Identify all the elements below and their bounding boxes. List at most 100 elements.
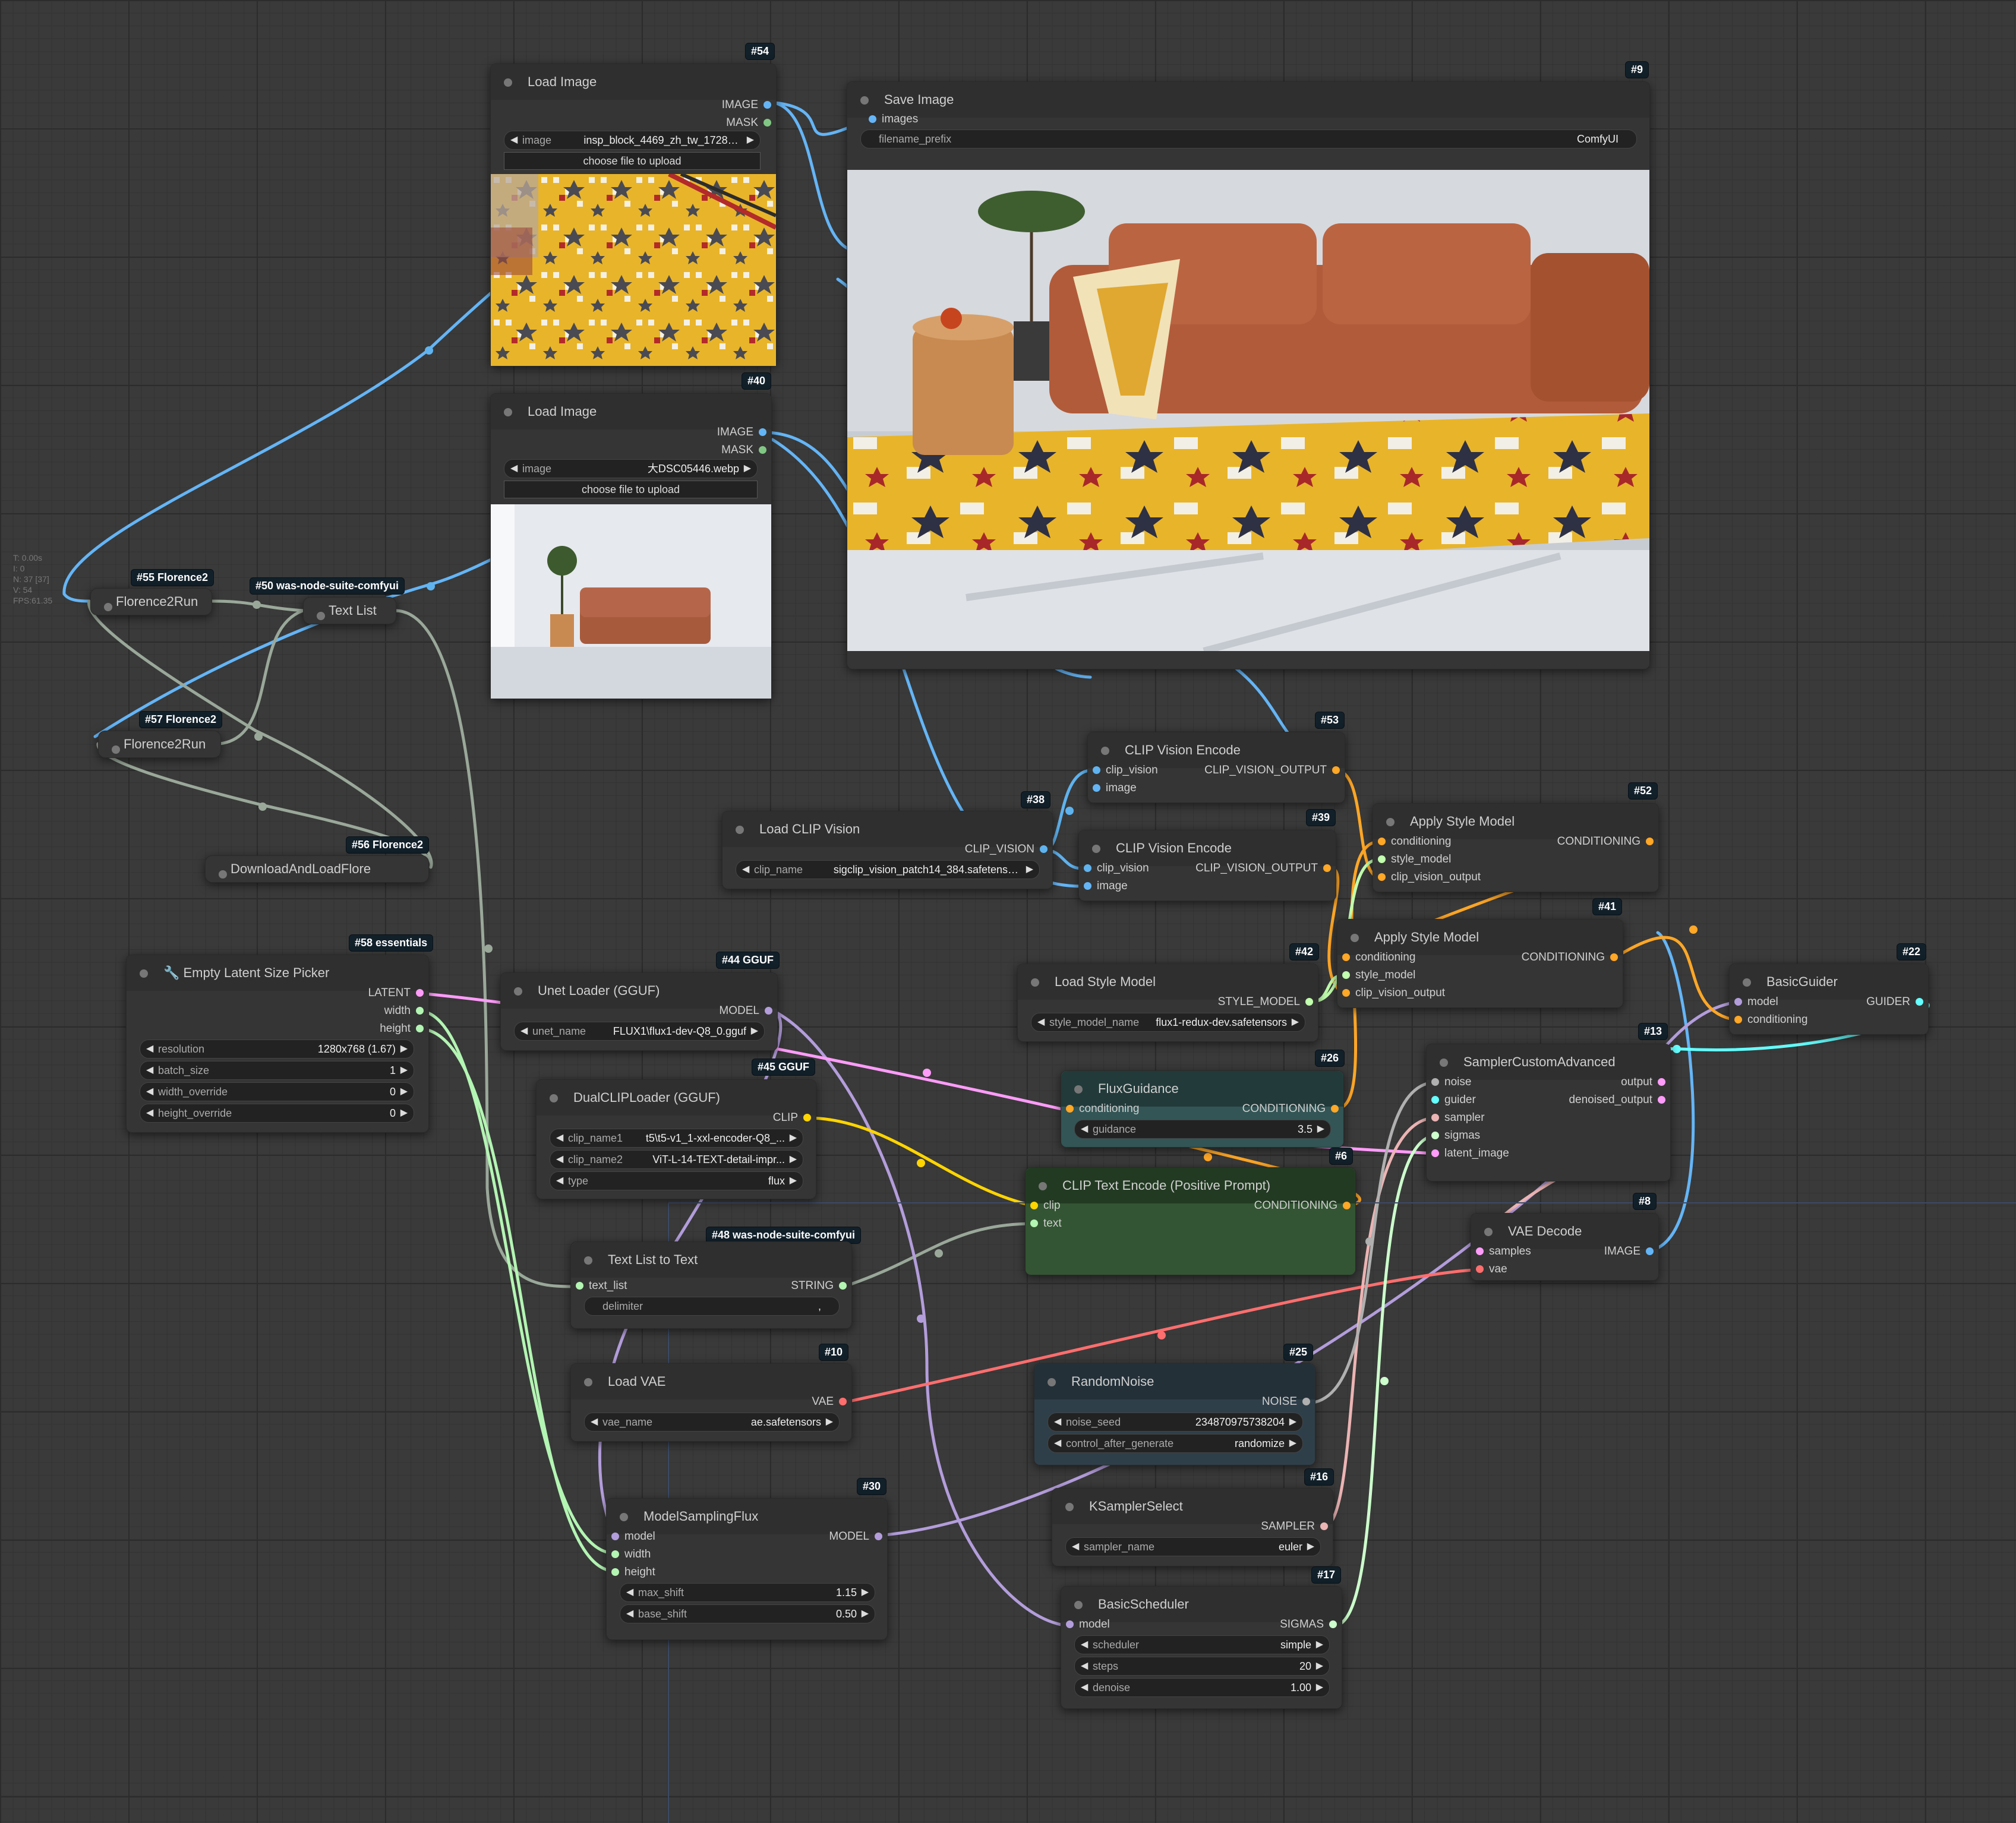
port-dot[interactable] (1329, 1620, 1337, 1628)
widget-guidance[interactable]: ◀ guidance 3.5 ▶ (1074, 1120, 1331, 1139)
input-text-list[interactable]: text_list (576, 1279, 627, 1293)
node-random-noise-25[interactable]: RandomNoise NOISE ◀ noise_seed 234870975… (1034, 1363, 1315, 1465)
node-title[interactable]: Unet Loader (GGUF) (501, 973, 777, 1009)
input-sigmas[interactable]: sigmas (1431, 1129, 1480, 1142)
port-dot[interactable] (1320, 1522, 1328, 1530)
port-dot[interactable] (764, 119, 771, 127)
arrow-left-icon[interactable]: ◀ (626, 1605, 633, 1623)
arrow-right-icon[interactable]: ▶ (747, 131, 754, 149)
port-dot[interactable] (1734, 998, 1742, 1006)
input-sampler[interactable]: sampler (1431, 1111, 1485, 1124)
input-height[interactable]: height (611, 1566, 655, 1579)
node-title[interactable]: Load Image (491, 394, 771, 429)
output-mask[interactable]: MASK (726, 116, 771, 129)
port-dot[interactable] (839, 1282, 847, 1290)
node-clip-vision-encode-39[interactable]: CLIP Vision Encode clip_vision image CLI… (1078, 830, 1336, 901)
arrow-right-icon[interactable]: ▶ (1026, 861, 1033, 879)
node-title[interactable]: Load CLIP Vision (723, 811, 1052, 847)
port-dot[interactable] (803, 1114, 811, 1121)
port-dot[interactable] (611, 1550, 619, 1558)
arrow-left-icon[interactable]: ◀ (520, 1022, 528, 1040)
widget-scheduler[interactable]: ◀ scheduler simple ▶ (1074, 1635, 1330, 1654)
port-dot[interactable] (1378, 855, 1386, 863)
node-title[interactable]: VAE Decode (1471, 1214, 1658, 1249)
output-output[interactable]: output (1621, 1076, 1665, 1089)
node-apply-style-model-52[interactable]: Apply Style Model conditioning style_mod… (1373, 803, 1659, 892)
input-model[interactable]: model (611, 1530, 655, 1543)
arrow-right-icon[interactable]: ▶ (862, 1584, 869, 1601)
node-flux-guidance-26[interactable]: FluxGuidance conditioning CONDITIONING ◀… (1061, 1070, 1344, 1148)
port-dot[interactable] (875, 1533, 882, 1540)
port-dot[interactable] (1030, 1219, 1038, 1227)
widget-steps[interactable]: ◀ steps 20 ▶ (1074, 1657, 1330, 1676)
port-dot[interactable] (1040, 845, 1048, 853)
node-clip-text-encode-6[interactable]: CLIP Text Encode (Positive Prompt) clip … (1025, 1167, 1356, 1275)
arrow-left-icon[interactable]: ◀ (1054, 1413, 1061, 1431)
node-title[interactable]: DownloadAndLoadFlore (206, 856, 428, 882)
node-title[interactable]: Apply Style Model (1373, 804, 1658, 839)
port-dot[interactable] (1030, 1202, 1038, 1209)
port-dot[interactable] (1378, 873, 1386, 881)
arrow-right-icon[interactable]: ▶ (1292, 1013, 1299, 1031)
input-clip-vision-output[interactable]: clip_vision_output (1342, 987, 1445, 1000)
arrow-right-icon[interactable]: ▶ (1307, 1538, 1314, 1556)
input-clip-vision[interactable]: clip_vision (1084, 862, 1149, 875)
arrow-right-icon[interactable]: ▶ (790, 1172, 797, 1190)
node-title[interactable]: CLIP Text Encode (Positive Prompt) (1026, 1168, 1355, 1203)
widget-clip-name2[interactable]: ◀ clip_name2 ViT-L-14-TEXT-detail-impr..… (550, 1150, 803, 1169)
node-title[interactable]: RandomNoise (1034, 1364, 1315, 1399)
input-style-model[interactable]: style_model (1342, 969, 1415, 982)
arrow-left-icon[interactable]: ◀ (1054, 1435, 1061, 1452)
output-latent[interactable]: LATENT (368, 987, 424, 1000)
port-dot[interactable] (1302, 1398, 1310, 1405)
arrow-left-icon[interactable]: ◀ (742, 861, 749, 879)
arrow-left-icon[interactable]: ◀ (1037, 1013, 1045, 1031)
output-clip[interactable]: CLIP (773, 1111, 811, 1124)
node-load-vae-10[interactable]: Load VAE VAE ◀ vae_name ae.safetensors ▶ (570, 1363, 852, 1442)
output-width[interactable]: width (384, 1004, 424, 1018)
input-conditioning[interactable]: conditioning (1066, 1102, 1139, 1116)
port-dot[interactable] (1332, 766, 1340, 774)
node-title[interactable]: Text List to Text (571, 1242, 851, 1278)
port-dot[interactable] (1916, 998, 1923, 1006)
node-title[interactable]: Florence2Run (99, 731, 220, 757)
output-mask[interactable]: MASK (721, 444, 766, 457)
widget-batch-size[interactable]: ◀ batch_size 1 ▶ (140, 1061, 414, 1080)
arrow-right-icon[interactable]: ▶ (790, 1151, 797, 1168)
port-dot[interactable] (611, 1568, 619, 1576)
arrow-left-icon[interactable]: ◀ (146, 1061, 153, 1079)
arrow-left-icon[interactable]: ◀ (626, 1584, 633, 1601)
widget-sampler-name[interactable]: ◀ sampler_name euler ▶ (1065, 1537, 1321, 1556)
node-title[interactable]: 🔧 Empty Latent Size Picker (127, 955, 428, 991)
node-empty-latent-size-picker-58[interactable]: 🔧 Empty Latent Size Picker LATENT width … (126, 955, 429, 1133)
input-guider[interactable]: guider (1431, 1094, 1476, 1107)
node-title[interactable]: BasicGuider (1730, 964, 1928, 1000)
arrow-right-icon[interactable]: ▶ (1316, 1636, 1323, 1654)
input-text[interactable]: text (1030, 1217, 1062, 1230)
node-basic-guider-22[interactable]: BasicGuider model conditioning GUIDER (1729, 963, 1929, 1035)
port-dot[interactable] (1431, 1149, 1439, 1157)
port-dot[interactable] (1646, 838, 1654, 845)
node-title[interactable]: Text List (304, 598, 396, 624)
node-basic-scheduler-17[interactable]: BasicScheduler model SIGMAS ◀ scheduler … (1061, 1586, 1342, 1709)
node-florence2run-55[interactable]: Florence2Run (90, 588, 212, 615)
input-conditioning[interactable]: conditioning (1378, 835, 1451, 848)
input-samples[interactable]: samples (1476, 1245, 1531, 1258)
node-title[interactable]: CLIP Vision Encode (1079, 830, 1336, 866)
input-image[interactable]: image (1093, 782, 1137, 795)
output-height[interactable]: height (380, 1022, 424, 1035)
arrow-right-icon[interactable]: ▶ (1317, 1120, 1324, 1138)
widget-clip-type[interactable]: ◀ type flux ▶ (550, 1171, 803, 1190)
node-title[interactable]: KSamplerSelect (1052, 1489, 1333, 1524)
arrow-right-icon[interactable]: ▶ (400, 1040, 408, 1058)
arrow-right-icon[interactable]: ▶ (1289, 1435, 1296, 1452)
arrow-left-icon[interactable]: ◀ (510, 131, 518, 149)
port-dot[interactable] (1378, 838, 1386, 845)
port-dot[interactable] (1093, 766, 1100, 774)
port-dot[interactable] (1610, 953, 1618, 961)
arrow-left-icon[interactable]: ◀ (556, 1151, 563, 1168)
node-text-list-to-text-48[interactable]: Text List to Text text_list STRING delim… (570, 1241, 852, 1329)
arrow-right-icon[interactable]: ▶ (1316, 1679, 1323, 1696)
node-title[interactable]: ModelSamplingFlux (607, 1499, 887, 1534)
port-dot[interactable] (759, 446, 766, 454)
